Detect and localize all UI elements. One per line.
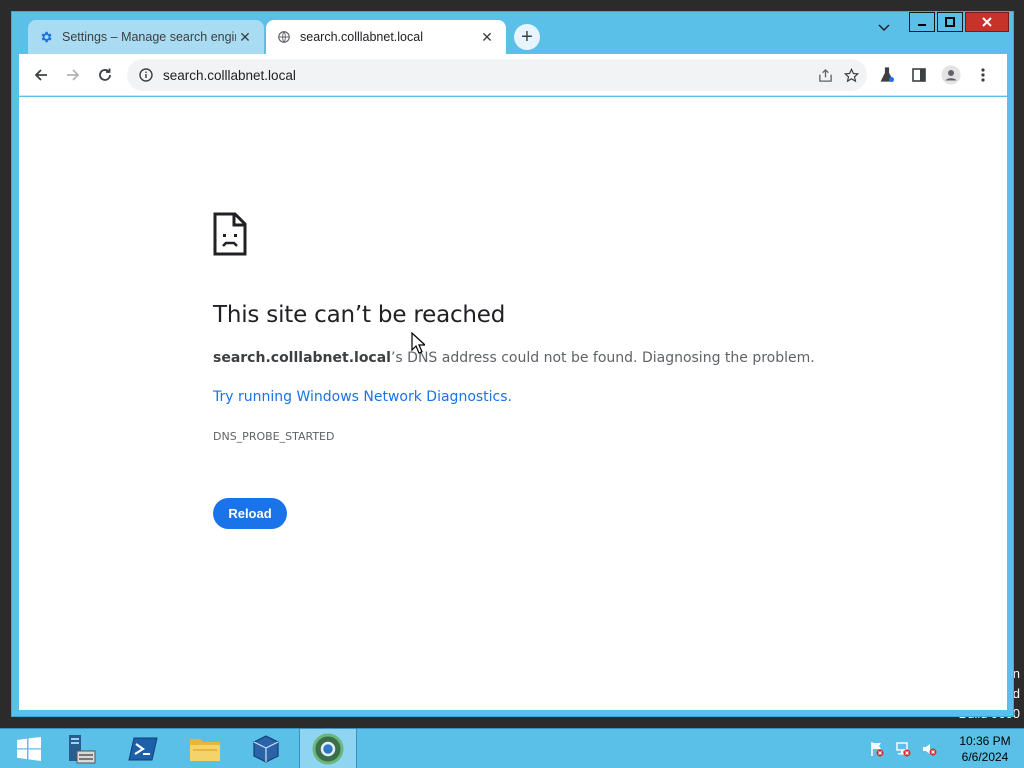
labs-button[interactable] bbox=[875, 63, 899, 87]
chrome-taskbar-button[interactable] bbox=[299, 729, 357, 768]
taskbar: 10:36 PM 6/6/2024 bbox=[0, 728, 1024, 768]
back-button[interactable] bbox=[29, 63, 53, 87]
taskbar-clock[interactable]: 10:36 PM 6/6/2024 bbox=[946, 733, 1024, 765]
volume-muted-icon[interactable] bbox=[920, 740, 938, 758]
virtualbox-cube-icon bbox=[253, 735, 279, 763]
sad-page-icon bbox=[213, 212, 247, 256]
tab-strip: Settings – Manage search engin ✕ search.… bbox=[12, 12, 1013, 54]
reload-toolbar-button[interactable] bbox=[93, 63, 117, 87]
address-bar[interactable]: search.colllabnet.local bbox=[127, 59, 867, 91]
system-tray: 10:36 PM 6/6/2024 bbox=[868, 729, 1024, 768]
error-host: search.colllabnet.local bbox=[213, 350, 391, 366]
browser-window: Settings – Manage search engin ✕ search.… bbox=[11, 11, 1014, 717]
error-message-text: ’s DNS address could not be found. Diagn… bbox=[390, 350, 815, 366]
close-window-button[interactable] bbox=[965, 12, 1009, 32]
powershell-icon bbox=[128, 737, 158, 761]
minimize-button[interactable] bbox=[909, 12, 935, 32]
info-icon[interactable] bbox=[137, 66, 155, 84]
tab-search-colllabnet[interactable]: search.colllabnet.local ✕ bbox=[266, 20, 506, 54]
error-page: This site can’t be reached search.collla… bbox=[19, 97, 1007, 710]
arrow-right-icon bbox=[67, 69, 80, 81]
side-panel-button[interactable] bbox=[907, 63, 931, 87]
error-message: search.colllabnet.local’s DNS address co… bbox=[213, 350, 815, 366]
tab-settings[interactable]: Settings – Manage search engin ✕ bbox=[28, 20, 264, 54]
chrome-icon bbox=[312, 733, 344, 765]
server-manager-button[interactable] bbox=[52, 729, 110, 768]
tab-title: search.colllabnet.local bbox=[300, 30, 423, 44]
windows-logo-icon bbox=[17, 737, 41, 761]
forward-button[interactable] bbox=[61, 63, 85, 87]
action-center-flag-icon[interactable] bbox=[868, 740, 886, 758]
clock-date: 6/6/2024 bbox=[961, 750, 1009, 764]
error-code: DNS_PROBE_STARTED bbox=[213, 430, 335, 443]
virtualbox-button[interactable] bbox=[237, 729, 295, 768]
browser-toolbar: search.colllabnet.local bbox=[19, 54, 1007, 96]
file-explorer-button[interactable] bbox=[176, 729, 234, 768]
arrow-left-icon bbox=[34, 69, 47, 81]
chevron-down-icon[interactable] bbox=[874, 18, 894, 38]
avatar-icon bbox=[941, 65, 961, 85]
network-icon[interactable] bbox=[894, 740, 912, 758]
globe-icon bbox=[276, 29, 292, 45]
tab-title: Settings – Manage search engin bbox=[62, 30, 236, 44]
share-icon[interactable] bbox=[815, 65, 835, 85]
start-button[interactable] bbox=[0, 729, 58, 768]
profile-button[interactable] bbox=[939, 63, 963, 87]
address-text[interactable]: search.colllabnet.local bbox=[163, 68, 296, 83]
clock-time: 10:36 PM bbox=[959, 734, 1011, 748]
new-tab-button[interactable]: + bbox=[514, 24, 540, 50]
menu-button[interactable] bbox=[971, 63, 995, 87]
close-icon[interactable]: ✕ bbox=[236, 28, 254, 46]
close-icon[interactable]: ✕ bbox=[478, 28, 496, 46]
maximize-icon bbox=[945, 17, 955, 27]
minimize-icon bbox=[918, 24, 926, 26]
refresh-icon bbox=[99, 68, 111, 81]
kebab-menu-icon bbox=[981, 68, 985, 82]
page-title: This site can’t be reached bbox=[213, 302, 506, 328]
star-icon[interactable] bbox=[841, 65, 861, 85]
folder-icon bbox=[190, 739, 220, 761]
mouse-cursor-icon bbox=[411, 332, 425, 354]
flask-icon bbox=[880, 67, 894, 82]
network-diagnostics-link[interactable]: Try running Windows Network Diagnostics. bbox=[213, 389, 512, 405]
server-manager-icon bbox=[69, 735, 96, 764]
powershell-button[interactable] bbox=[114, 729, 172, 768]
maximize-button[interactable] bbox=[937, 12, 963, 32]
close-icon bbox=[982, 17, 992, 27]
side-panel-icon bbox=[912, 68, 926, 82]
reload-button[interactable]: Reload bbox=[213, 498, 287, 529]
gear-icon bbox=[38, 29, 54, 45]
